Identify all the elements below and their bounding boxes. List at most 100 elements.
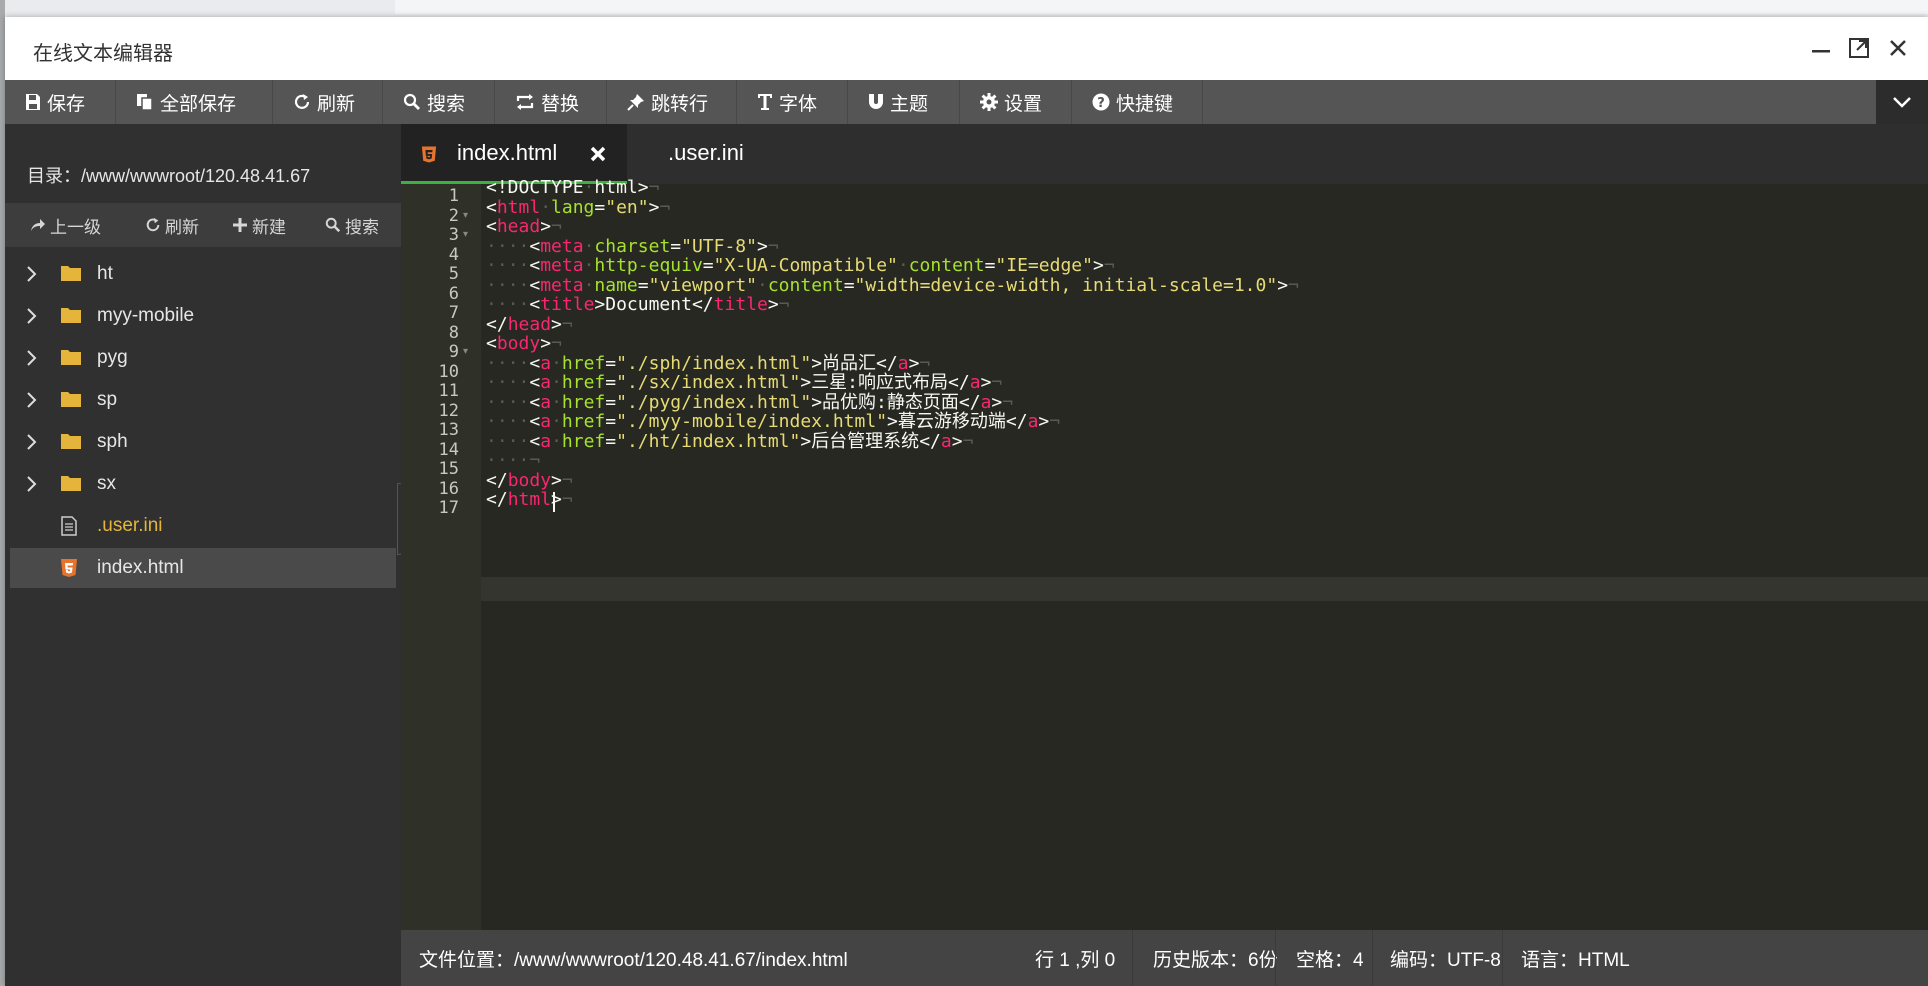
folder-icon: [61, 476, 81, 491]
history-versions[interactable]: 历史版本：6份: [1153, 930, 1278, 986]
gear-icon: [980, 93, 998, 111]
search-icon: [325, 217, 341, 233]
tree-item-index-html[interactable]: index.html: [10, 548, 396, 588]
refresh-icon: [294, 94, 310, 109]
question-icon: ?: [1092, 93, 1110, 111]
title-bar: 在线文本编辑器: [5, 17, 1928, 80]
window-title: 在线文本编辑器: [33, 43, 173, 65]
chevron-right-icon: [27, 476, 37, 492]
code-editor[interactable]: <!DOCTYPE·html>¬ <html·lang="en">¬ <head>¬…: [481, 177, 1928, 930]
close-icon: [1890, 40, 1906, 56]
close-tab-icon[interactable]: [589, 145, 607, 163]
theme-label: 主题: [890, 93, 929, 115]
tree-item-label: ht: [97, 263, 113, 284]
indent-setting[interactable]: 空格：4: [1296, 930, 1364, 986]
tab-bar: index.html .user.ini: [401, 124, 1928, 184]
folder-icon: [61, 434, 81, 449]
line-number: 17: [438, 498, 459, 518]
folder-icon: [61, 350, 81, 365]
tree-item-sp[interactable]: sp: [10, 380, 396, 420]
new-file-label: 新建: [252, 217, 286, 237]
chevron-right-icon: [27, 266, 37, 282]
background-page: [5, 0, 1928, 17]
editor-area: index.html .user.ini 1 2 ▾ 3 ▾ 4 5 6 7 8 9 ▾ 10 11 12 1…: [401, 124, 1928, 986]
sidebar-search-button[interactable]: 搜索: [325, 203, 379, 247]
code-line: ····<a·href="./ht/index.html">后台管理系统</a>…: [486, 430, 974, 452]
minimize-button[interactable]: [1808, 35, 1834, 61]
sidebar-toolbar: 上一级 刷新 新建 搜索: [5, 203, 401, 247]
goto-line-button[interactable]: 跳转行: [607, 80, 737, 124]
tree-item-pyg[interactable]: pyg: [10, 338, 396, 378]
save-button[interactable]: 保存: [5, 80, 116, 124]
text-file-icon: [61, 516, 77, 536]
chevron-down-icon: [1893, 97, 1911, 108]
replace-button[interactable]: 替换: [495, 80, 607, 124]
code-line: </html>¬: [486, 489, 573, 510]
tree-item-myy-mobile[interactable]: myy-mobile: [10, 296, 396, 336]
pin-icon: [627, 94, 644, 111]
theme-button[interactable]: 主题: [848, 80, 960, 124]
tree-item-label: myy-mobile: [97, 305, 195, 326]
tree-item-label: index.html: [97, 557, 184, 578]
toolbar-collapse-button[interactable]: [1876, 80, 1928, 124]
goto-line-label: 跳转行: [651, 93, 709, 115]
folder-icon: [61, 308, 81, 323]
chevron-right-icon: [27, 434, 37, 450]
file-sidebar: 目录：/www/wwwroot/120.48.41.67 上一级 刷新 新建 搜…: [5, 124, 401, 986]
tree-item-label: pyg: [97, 347, 128, 368]
tree-item-sph[interactable]: sph: [10, 422, 396, 462]
tab-index-html[interactable]: index.html: [401, 124, 627, 184]
copy-icon: [137, 94, 153, 111]
save-icon: [26, 94, 40, 110]
tab-label: .user.ini: [668, 140, 744, 165]
up-level-button[interactable]: 上一级: [30, 203, 101, 247]
share-arrow-icon: [31, 219, 45, 231]
replace-icon: [516, 94, 534, 110]
refresh-label: 刷新: [317, 93, 356, 115]
folder-icon: [61, 266, 81, 281]
replace-label: 替换: [541, 93, 580, 115]
tab-user-ini[interactable]: .user.ini: [627, 124, 807, 184]
html5-icon: [421, 146, 437, 163]
settings-button[interactable]: 设置: [960, 80, 1072, 124]
save-label: 保存: [47, 93, 86, 115]
fold-toggle[interactable]: ▾: [463, 223, 473, 247]
font-label: 字体: [779, 93, 818, 115]
chevron-right-icon: [27, 308, 37, 324]
svg-text:?: ?: [1097, 96, 1105, 111]
maximize-button[interactable]: [1846, 35, 1872, 61]
tab-label: index.html: [457, 140, 558, 165]
sidebar-search-label: 搜索: [345, 217, 379, 237]
close-button[interactable]: [1885, 35, 1911, 61]
tree-item-ht[interactable]: ht: [10, 254, 396, 294]
new-file-button[interactable]: 新建: [232, 203, 286, 247]
cursor-position[interactable]: 行 1 ,列 0: [1035, 930, 1115, 986]
tree-item-label: sp: [97, 389, 118, 410]
language-setting[interactable]: 语言：HTML: [1521, 930, 1630, 986]
settings-label: 设置: [1004, 93, 1043, 115]
tree-item-label: .user.ini: [97, 515, 163, 536]
tree-item-label: sph: [97, 431, 128, 452]
search-icon: [403, 93, 420, 110]
directory-path: 目录：/www/wwwroot/120.48.41.67: [27, 166, 311, 186]
plus-icon: [233, 218, 247, 232]
tree-item-sx[interactable]: sx: [10, 464, 396, 504]
sidebar-refresh-label: 刷新: [165, 217, 199, 237]
magnet-icon: [869, 94, 883, 109]
refresh-button[interactable]: 刷新: [273, 80, 383, 124]
save-all-label: 全部保存: [160, 93, 237, 115]
save-all-button[interactable]: 全部保存: [116, 80, 273, 124]
font-icon: [758, 94, 772, 110]
chevron-right-icon: [27, 392, 37, 408]
tree-item-user-ini[interactable]: .user.ini: [10, 506, 396, 546]
encoding-setting[interactable]: 编码：UTF-8: [1390, 930, 1501, 986]
search-button[interactable]: 搜索: [383, 80, 495, 124]
search-label: 搜索: [427, 93, 466, 115]
minimize-icon: [1812, 50, 1830, 53]
shortcuts-button[interactable]: ? 快捷键: [1072, 80, 1203, 124]
sidebar-refresh-button[interactable]: 刷新: [145, 203, 199, 247]
fold-toggle[interactable]: ▾: [463, 340, 473, 364]
tree-item-label: sx: [97, 473, 116, 494]
font-button[interactable]: 字体: [737, 80, 848, 124]
chevron-right-icon: [27, 350, 37, 366]
